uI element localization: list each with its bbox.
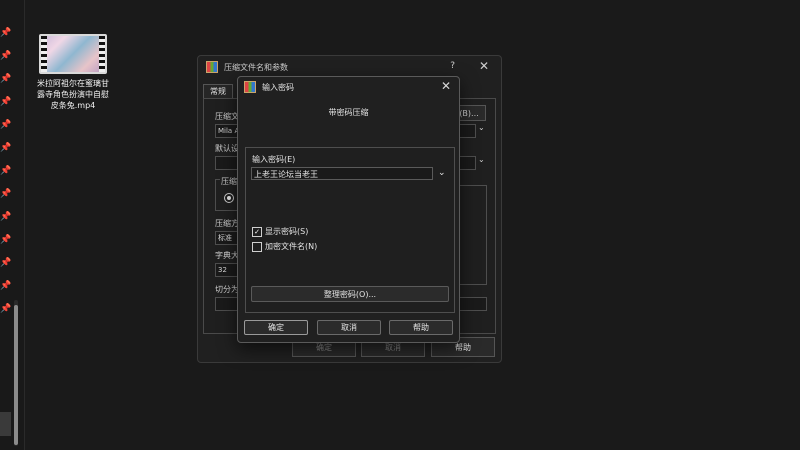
winrar-icon [244,81,256,93]
split-volumes-input[interactable] [215,297,239,311]
video-thumbnail [39,34,107,74]
quick-access-strip: 📌 📌 📌 📌 📌 📌 📌 📌 📌 📌 📌 📌 📌 [0,0,25,450]
default-profile-label: 默认设 [215,144,239,153]
pin-icon[interactable]: 📌 [0,143,11,153]
format-rar-radio[interactable] [224,193,234,203]
encrypt-filenames-checkbox[interactable] [252,241,262,252]
dialog-title: 压缩文件名和参数 [224,62,288,72]
scrollbar-thumb[interactable] [14,305,18,445]
pin-icon[interactable]: 📌 [0,258,11,268]
dialog-titlebar: 输入密码 [238,77,459,97]
help-icon[interactable]: ? [450,61,455,71]
password-input[interactable]: 上老王论坛当老王 [251,167,433,180]
dictionary-size-label: 字典大 [215,251,239,260]
cancel-button[interactable]: 取消 [317,320,381,335]
chevron-down-icon[interactable]: ⌄ [478,123,485,132]
winrar-icon [206,61,218,73]
tab-general[interactable]: 常规 [203,84,233,99]
profile-select-tail[interactable] [459,156,476,170]
enter-password-dialog: 输入密码 ✕ 带密码压缩 输入密码(E) 上老王论坛当老王 ⌄ ✓ 显示密码(S… [237,76,460,343]
split-volumes-input-tail[interactable] [459,297,487,311]
compression-method-label: 压缩方 [215,219,239,228]
organize-passwords-button[interactable]: 整理密码(O)... [251,286,449,302]
pin-icon[interactable]: 📌 [0,304,11,314]
chevron-down-icon[interactable]: ⌄ [438,168,446,178]
pin-icon[interactable]: 📌 [0,51,11,61]
compression-method-select[interactable]: 标准 [215,231,239,245]
password-group: 输入密码(E) 上老王论坛当老王 ⌄ ✓ 显示密码(S) 加密文件名(N) 整理… [245,147,455,313]
password-label: 输入密码(E) [252,155,296,164]
encrypt-filenames-label: 加密文件名(N) [265,242,318,251]
file-name-label: 米拉阿祖尔在蜜璃甘露寺角色扮演中自慰 皮条兔.mp4 [37,79,109,110]
ok-button[interactable]: 确定 [244,320,308,335]
pin-icon[interactable]: 📌 [0,235,11,245]
archive-name-label: 压缩文 [215,112,239,121]
split-volumes-label: 切分为 [215,285,239,294]
pin-icon[interactable]: 📌 [0,97,11,107]
help-button[interactable]: 帮助 [389,320,453,335]
pin-icon[interactable]: 📌 [0,212,11,222]
archive-name-input-tail[interactable] [459,124,476,138]
profile-select[interactable] [215,156,239,170]
pin-icon[interactable]: 📌 [0,166,11,176]
dialog-title: 输入密码 [262,82,294,92]
dialog-subtitle: 带密码压缩 [328,108,369,117]
pin-icon[interactable]: 📌 [0,74,11,84]
selected-item-marker[interactable] [0,412,11,436]
archive-format-label: 压缩 [220,176,238,187]
desktop: 📌 📌 📌 📌 📌 📌 📌 📌 📌 📌 📌 📌 📌 米拉阿祖尔在蜜璃甘露寺角色扮… [0,0,800,450]
pin-icon[interactable]: 📌 [0,281,11,291]
show-password-checkbox[interactable]: ✓ [252,226,262,237]
pin-icon[interactable]: 📌 [0,120,11,130]
pin-icon[interactable]: 📌 [0,189,11,199]
desktop-file-video[interactable]: 米拉阿祖尔在蜜璃甘露寺角色扮演中自慰 皮条兔.mp4 [36,34,110,111]
encrypt-filenames-checkbox-row[interactable]: 加密文件名(N) [252,241,317,252]
chevron-down-icon[interactable]: ⌄ [478,155,485,164]
close-icon[interactable]: ✕ [479,59,489,73]
pin-icon[interactable]: 📌 [0,28,11,38]
options-group [457,185,487,285]
dictionary-size-select[interactable]: 32 [215,263,239,277]
dialog-titlebar: 压缩文件名和参数 [198,56,501,78]
show-password-checkbox-row[interactable]: ✓ 显示密码(S) [252,226,308,237]
close-icon[interactable]: ✕ [441,79,451,93]
show-password-label: 显示密码(S) [265,227,309,236]
